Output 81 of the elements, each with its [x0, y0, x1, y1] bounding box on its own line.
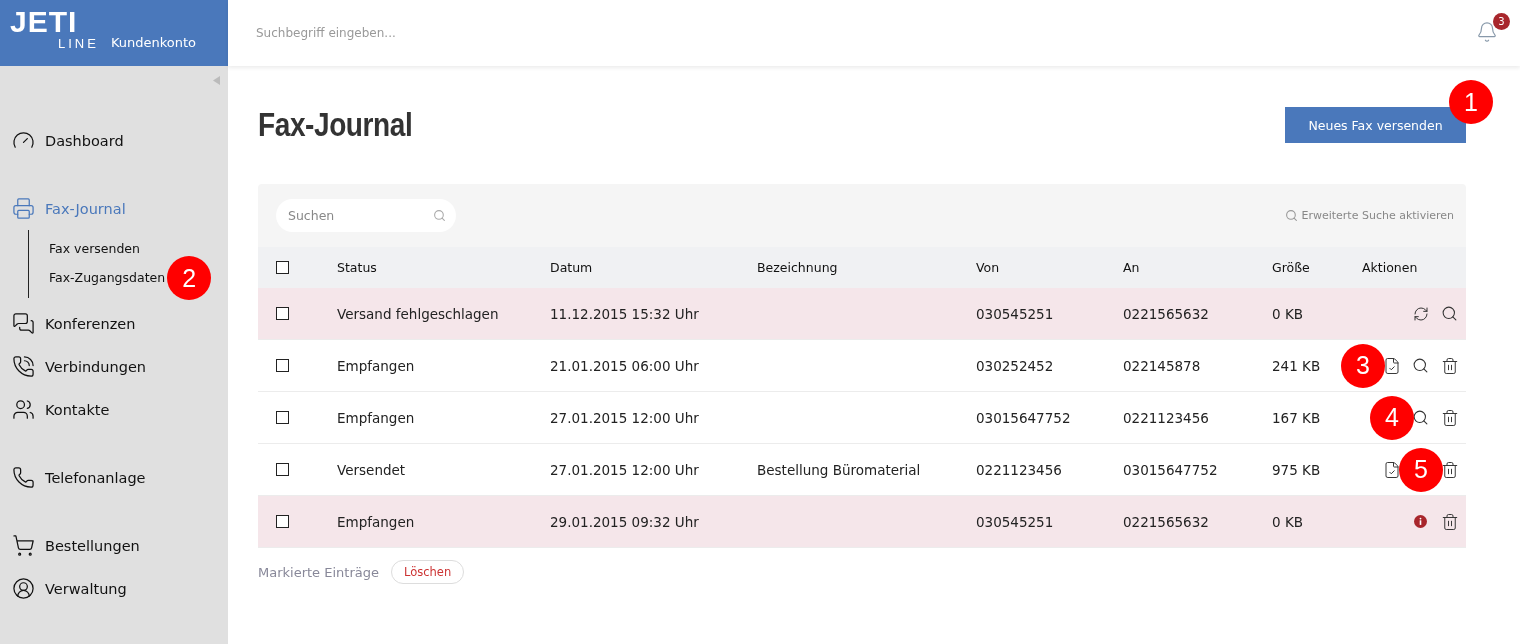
table-cell-text: 03015647752 [976, 409, 1072, 426]
table-cell-text: 03015647752 [1123, 461, 1219, 478]
callout-marker: 3 [1341, 343, 1385, 388]
phone-icon [12, 355, 35, 378]
callout-marker: 4 [1370, 395, 1414, 440]
table-cell-text: Empfangen [337, 409, 416, 426]
table-cell-text: Bestellung Büromaterial [757, 461, 922, 478]
table-cell-text: 030545251 [976, 305, 1055, 322]
nav-item[interactable]: Kontakte [0, 388, 228, 431]
row-checkbox[interactable] [276, 359, 289, 372]
callout-marker: 1 [1449, 80, 1493, 124]
table-cell-text: Empfangen [337, 513, 416, 530]
table-cell-text: 21.01.2015 06:00 Uhr [550, 357, 700, 374]
desk-phone-icon [12, 466, 35, 489]
delete-button[interactable]: Löschen [390, 560, 465, 584]
table-cell-text: Versand fehlgeschlagen [337, 305, 500, 322]
select-all-checkbox[interactable] [276, 261, 289, 274]
document-check-icon[interactable] [1382, 356, 1401, 375]
table-cell-text: Versendet [337, 461, 407, 478]
page-title: Fax-Journal [258, 106, 413, 144]
printer-icon [12, 197, 35, 220]
column-header: Bezeichnung [757, 260, 839, 275]
trash-icon[interactable] [1440, 512, 1459, 531]
table-cell-text: 030252452 [976, 357, 1055, 374]
table-cell-text: 27.01.2015 12:00 Uhr [550, 461, 700, 478]
nav-item[interactable]: Bestellungen [0, 524, 228, 567]
row-checkbox[interactable] [276, 463, 289, 476]
search-icon [433, 209, 446, 222]
table-cell-text: 030545251 [976, 513, 1055, 530]
table-cell-text: Empfangen [337, 357, 416, 374]
bell-icon[interactable] [1476, 21, 1498, 43]
column-header: Von [976, 260, 1001, 275]
table-cell-text: 0221123456 [1123, 409, 1210, 426]
nav-item[interactable]: Dashboard [0, 119, 228, 162]
row-checkbox[interactable] [276, 411, 289, 424]
trash-icon[interactable] [1440, 460, 1459, 479]
search-icon[interactable] [1412, 409, 1429, 426]
callout-marker: 2 [167, 256, 212, 300]
callout-marker: 5 [1399, 447, 1443, 492]
row-checkbox[interactable] [276, 307, 289, 320]
table-cell-text: 27.01.2015 12:00 Uhr [550, 409, 700, 426]
cart-icon [12, 534, 35, 557]
trash-icon[interactable] [1440, 408, 1459, 427]
table-cell-text: 022145878 [1123, 357, 1202, 374]
table-cell-text: 0 KB [1272, 513, 1304, 530]
column-header: Datum [550, 260, 594, 275]
table-cell-text: 241 KB [1272, 357, 1322, 374]
table-cell-text: 0221565632 [1123, 513, 1210, 530]
search-icon[interactable] [1412, 357, 1429, 374]
selected-entries-label: Markierte Einträge [258, 564, 379, 580]
column-header: An [1123, 260, 1141, 275]
people-icon [12, 398, 35, 421]
document-check-icon[interactable] [1382, 460, 1401, 479]
table-cell-text: 167 KB [1272, 409, 1322, 426]
trash-icon[interactable] [1440, 356, 1459, 375]
table-cell-text: 11.12.2015 15:32 Uhr [550, 305, 700, 322]
table-cell-text: 975 KB [1272, 461, 1322, 478]
column-header: Status [337, 260, 378, 275]
logo: JETI LINE [10, 7, 99, 50]
nav-item[interactable]: Telefonanlage [0, 456, 228, 499]
table-cell-text: 29.01.2015 09:32 Uhr [550, 513, 700, 530]
chat-bubbles-icon [12, 312, 35, 335]
user-circle-icon [12, 577, 35, 600]
info-icon[interactable] [1414, 515, 1427, 528]
refresh-icon[interactable] [1412, 305, 1429, 322]
nav-item[interactable]: Verbindungen [0, 345, 228, 388]
search-icon[interactable] [1441, 305, 1458, 322]
account-label: Kundenkonto [110, 35, 197, 50]
table-cell-text: 0221123456 [976, 461, 1063, 478]
nav-item[interactable]: Konferenzen [0, 302, 228, 345]
new-fax-button[interactable]: Neues Fax versenden [1285, 107, 1466, 143]
notification-badge: 3 [1493, 13, 1510, 30]
column-header: Größe [1272, 260, 1311, 275]
nav-item[interactable]: Verwaltung [0, 567, 228, 610]
table-cell-text: 0221565632 [1123, 305, 1210, 322]
column-header: Aktionen [1362, 260, 1419, 275]
search-icon [1285, 209, 1299, 222]
nav-subitem[interactable]: Fax versenden [49, 234, 140, 263]
table-cell-text: 0 KB [1272, 305, 1304, 322]
table-search-field[interactable]: Suchen [276, 199, 456, 232]
row-checkbox[interactable] [276, 515, 289, 528]
